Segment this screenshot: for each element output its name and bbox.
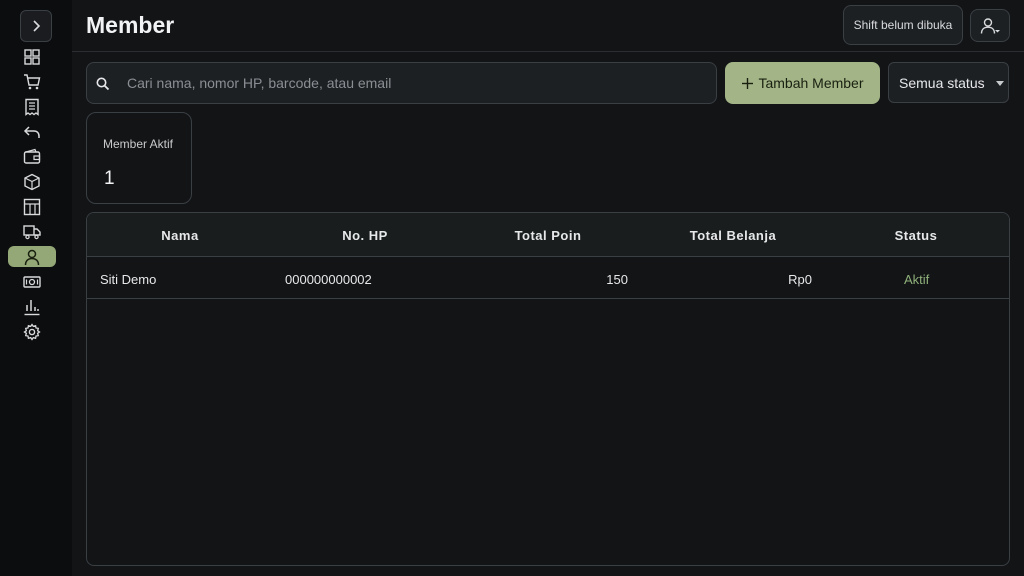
plus-icon	[742, 77, 754, 89]
sidebar	[0, 0, 72, 576]
cell-points: 150	[606, 272, 628, 287]
sidebar-item-returns[interactable]	[8, 121, 56, 142]
user-icon	[980, 17, 1000, 34]
cash-icon	[23, 275, 41, 288]
active-members-card: Member Aktif 1	[86, 112, 192, 204]
sidebar-item-delivery[interactable]	[8, 221, 56, 242]
sidebar-item-cart[interactable]	[8, 71, 56, 92]
column-header-spend[interactable]: Total Belanja	[673, 228, 793, 243]
sidebar-item-cash[interactable]	[8, 271, 56, 292]
cell-spend: Rp0	[788, 272, 812, 287]
sidebar-item-transactions[interactable]	[8, 96, 56, 117]
sidebar-item-reports[interactable]	[8, 296, 56, 317]
sidebar-item-products[interactable]	[8, 171, 56, 192]
sidebar-item-settings[interactable]	[8, 321, 56, 342]
column-header-points[interactable]: Total Poin	[495, 228, 601, 243]
search-field[interactable]	[86, 62, 717, 104]
dashboard-icon	[24, 48, 40, 65]
active-members-value: 1	[104, 168, 115, 189]
members-table: Nama No. HP Total Poin Total Belanja Sta…	[86, 212, 1010, 566]
cell-phone: 000000000002	[285, 272, 372, 287]
table-row[interactable]: Siti Demo 000000000002 150 Rp0 Aktif	[87, 257, 1009, 299]
box-icon	[24, 173, 40, 190]
add-member-label: Tambah Member	[758, 75, 864, 91]
status-filter-select[interactable]: Semua status	[888, 62, 1009, 103]
main-content: Member Shift belum dibuka Tambah Member …	[72, 0, 1024, 576]
chevron-right-icon	[33, 20, 41, 32]
cart-icon	[24, 73, 41, 89]
sidebar-item-dashboard[interactable]	[8, 46, 56, 67]
search-input[interactable]	[127, 63, 707, 103]
shift-status-button[interactable]: Shift belum dibuka	[843, 5, 963, 45]
active-members-label: Member Aktif	[103, 137, 174, 151]
status-filter-value: Semua status	[899, 74, 985, 91]
sidebar-item-wallet[interactable]	[8, 146, 56, 167]
topbar: Member Shift belum dibuka	[72, 0, 1024, 52]
table-icon	[23, 198, 41, 215]
receipt-icon	[25, 98, 39, 116]
caret-down-icon	[996, 81, 1004, 86]
gear-icon	[23, 322, 41, 341]
user-menu-button[interactable]	[970, 9, 1010, 42]
page-title: Member	[86, 12, 175, 38]
wallet-icon	[23, 148, 41, 164]
sidebar-item-inventory[interactable]	[8, 196, 56, 217]
search-icon	[96, 77, 110, 91]
sidebar-expand-button[interactable]	[20, 10, 52, 42]
truck-icon	[23, 224, 41, 239]
table-header: Nama No. HP Total Poin Total Belanja Sta…	[87, 213, 1009, 257]
sidebar-item-members[interactable]	[8, 246, 56, 267]
add-member-button[interactable]: Tambah Member	[725, 62, 880, 104]
cell-name: Siti Demo	[100, 272, 157, 287]
column-header-name[interactable]: Nama	[127, 228, 233, 243]
chart-icon	[24, 299, 40, 315]
column-header-status[interactable]: Status	[863, 228, 969, 243]
cell-status: Aktif	[904, 272, 930, 287]
return-icon	[23, 125, 40, 138]
column-header-phone[interactable]: No. HP	[312, 228, 418, 243]
user-icon	[24, 249, 40, 265]
